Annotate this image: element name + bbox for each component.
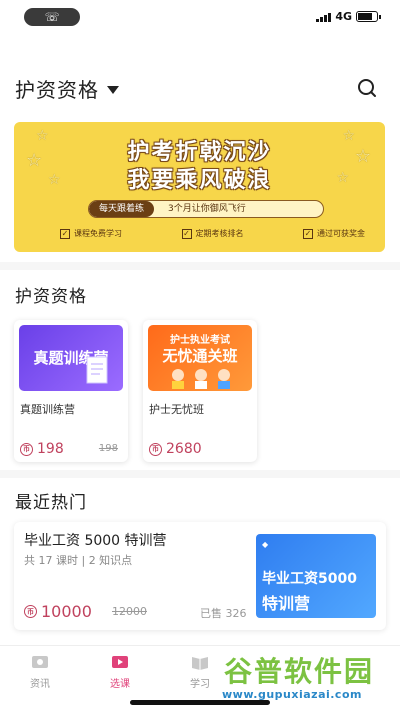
benefit-label: 通过可获奖金 bbox=[317, 229, 365, 238]
sold-count: 已售 326 bbox=[200, 607, 247, 620]
course-thumbnail: 真题训练营 bbox=[19, 325, 123, 391]
home-indicator[interactable] bbox=[130, 700, 270, 705]
course-thumbnail: 护士执业考试 无忧通关班 bbox=[148, 325, 252, 391]
coin-icon: 币 bbox=[20, 442, 33, 456]
header: 护资资格 bbox=[15, 70, 380, 106]
status-icons: 4G bbox=[316, 10, 381, 23]
thumbnail-line-2: 特训营 bbox=[262, 594, 311, 613]
benefit-label: 课程免费学习 bbox=[74, 229, 122, 238]
benefit-item: ✓ 定期考核排名 bbox=[181, 228, 244, 239]
section-divider bbox=[0, 262, 400, 270]
call-indicator[interactable]: ☏ bbox=[24, 8, 80, 26]
network-type: 4G bbox=[335, 10, 352, 23]
tab-label: 资讯 bbox=[30, 679, 50, 690]
watermark-title: 谷普软件园 bbox=[224, 655, 375, 688]
benefit-item: ✓ 通过可获奖金 bbox=[303, 228, 365, 239]
tab-label: 学习 bbox=[190, 679, 210, 690]
banner-slogan-right: 3个月让你御风飞行 bbox=[168, 204, 246, 214]
price-value: 198 bbox=[37, 441, 64, 457]
coin-icon: 币 bbox=[24, 605, 37, 618]
checkbox-icon: ✓ bbox=[181, 228, 192, 239]
search-button[interactable] bbox=[354, 75, 380, 101]
course-card[interactable]: 护士执业考试 无忧通关班 护士无忧班 币 2680 bbox=[143, 320, 257, 462]
banner-headline-2: 我要乘风破浪 bbox=[127, 168, 272, 193]
hot-course-title: 毕业工资 5000 特训营 bbox=[24, 533, 167, 549]
course-price: 币 2680 bbox=[149, 441, 202, 457]
status-bar: ☏ 4G bbox=[0, 0, 400, 34]
course-name: 真题训练营 bbox=[20, 403, 75, 416]
caret-down-icon bbox=[107, 85, 119, 94]
hot-course-thumbnail: ◆ 毕业工资5000 特训营 bbox=[256, 534, 376, 618]
thumbnail-subtitle: 护士执业考试 bbox=[170, 335, 230, 346]
checkbox-icon: ✓ bbox=[303, 228, 313, 239]
document-icon bbox=[86, 356, 108, 384]
thumbnail-line-1: 毕业工资5000 bbox=[262, 571, 357, 587]
hot-course-meta: 共 17 课时 | 2 知识点 bbox=[24, 554, 133, 567]
thumbnail-title: 无忧通关班 bbox=[162, 347, 238, 365]
section-title-courses: 护资资格 bbox=[15, 287, 87, 307]
benefit-item: ✓ 课程免费学习 bbox=[60, 228, 122, 239]
search-icon bbox=[358, 79, 376, 97]
battery-fill bbox=[358, 13, 372, 20]
category-selector[interactable]: 护资资格 bbox=[15, 74, 119, 103]
watermark: 谷普软件园 www.gupuxiazai.com bbox=[218, 648, 398, 708]
news-icon bbox=[32, 656, 48, 668]
book-icon bbox=[192, 657, 208, 670]
course-card[interactable]: 真题训练营 真题训练营 币 198 198 bbox=[14, 320, 128, 462]
hot-course-item[interactable]: 毕业工资 5000 特训营 共 17 课时 | 2 知识点 币 10000 12… bbox=[14, 522, 386, 630]
banner-benefits: ✓ 课程免费学习 ✓ 定期考核排名 ✓ 通过可获奖金 bbox=[60, 228, 365, 239]
hot-course-price: 币 10000 bbox=[24, 602, 92, 621]
original-price: 198 bbox=[98, 443, 118, 454]
people-illustration bbox=[172, 369, 230, 389]
battery-icon bbox=[356, 11, 381, 22]
course-name: 护士无忧班 bbox=[149, 403, 204, 416]
video-icon bbox=[112, 656, 128, 668]
benefit-label: 定期考核排名 bbox=[195, 229, 244, 238]
original-price: 12000 bbox=[112, 605, 147, 618]
banner-slogan: 每天跟着练 3个月让你御风飞行 bbox=[88, 200, 324, 218]
tab-label: 选课 bbox=[110, 679, 130, 690]
brand-logo-icon: ◆ bbox=[262, 540, 269, 549]
coin-icon: 币 bbox=[149, 442, 162, 456]
signal-icon bbox=[316, 12, 332, 22]
checkbox-icon: ✓ bbox=[60, 228, 70, 239]
tab-news[interactable]: 资讯 bbox=[0, 646, 80, 711]
section-title-hot: 最近热门 bbox=[15, 493, 87, 513]
course-price: 币 198 bbox=[20, 441, 64, 457]
page-title: 护资资格 bbox=[15, 77, 99, 102]
phone-icon: ☏ bbox=[44, 10, 60, 24]
price-value: 10000 bbox=[41, 602, 92, 621]
app-screen: ☏ 4G 护资资格 ☆ ☆ ☆ ☆ ☆ ☆ 护考折戟沉沙 我要乘风破浪 每天跟着… bbox=[0, 0, 400, 711]
price-value: 2680 bbox=[166, 441, 202, 457]
banner-slogan-left: 每天跟着练 bbox=[89, 201, 155, 217]
section-divider bbox=[0, 470, 400, 478]
promo-banner[interactable]: ☆ ☆ ☆ ☆ ☆ ☆ 护考折戟沉沙 我要乘风破浪 每天跟着练 3个月让你御风飞… bbox=[14, 122, 385, 252]
